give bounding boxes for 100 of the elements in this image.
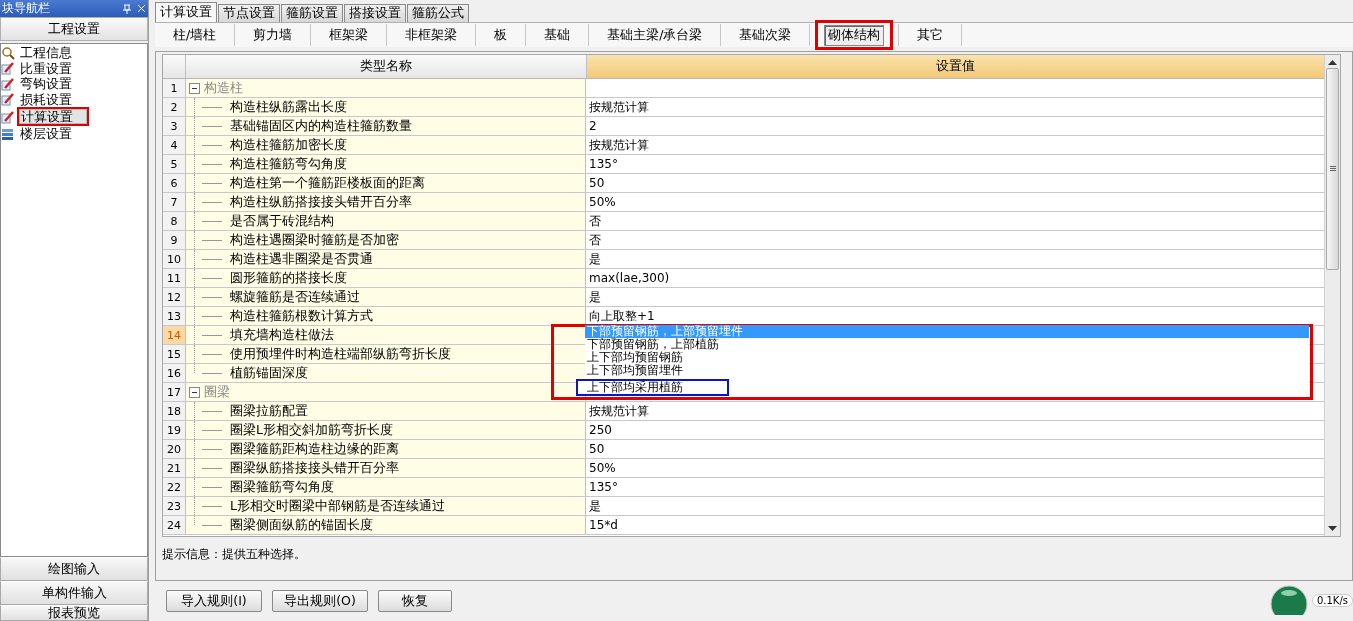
nav-item[interactable]: 楼层设置 <box>17 126 75 142</box>
setting-name-cell: 构造柱箍筋根数计算方式 <box>186 307 586 325</box>
setting-name-cell: 圈梁L形相交斜加筋弯折长度 <box>186 421 586 439</box>
grip-icon <box>1329 166 1336 172</box>
setting-value-cell[interactable]: 按规范计算 <box>586 136 1324 154</box>
setting-name-cell: 使用预埋件时构造柱端部纵筋弯折长度 <box>186 345 586 363</box>
setting-value-cell[interactable]: 否 <box>586 231 1324 249</box>
action-button[interactable]: 导出规则(O) <box>272 590 368 612</box>
setting-value-cell[interactable]: 15*d <box>586 516 1324 534</box>
row-number: 19 <box>163 421 186 439</box>
setting-name-cell: 圈梁拉筋配置 <box>186 402 586 420</box>
nav-item[interactable]: 比重设置 <box>17 60 75 76</box>
row-number: 10 <box>163 250 186 268</box>
action-button[interactable]: 恢复 <box>378 590 452 612</box>
setting-name-cell: 填充墙构造柱做法 <box>186 326 586 344</box>
setting-value-cell[interactable]: 50% <box>586 193 1324 211</box>
row-number: 9 <box>163 231 186 249</box>
setting-value-cell[interactable]: 135° <box>586 155 1324 173</box>
setting-name-cell: 基础锚固区内的构造柱箍筋数量 <box>186 117 586 135</box>
nav-button[interactable]: 单构件输入 <box>0 581 148 605</box>
setting-value-cell[interactable]: max(lae,300) <box>586 269 1324 287</box>
setting-value-cell[interactable]: 按规范计算 <box>586 98 1324 116</box>
sub-tab[interactable]: 柱/墙柱 <box>169 24 221 46</box>
setting-value-cell[interactable]: 否 <box>586 212 1324 230</box>
tab[interactable]: 箍筋设置 <box>281 4 343 22</box>
sub-tab[interactable]: 砌体结构 <box>824 24 885 46</box>
tab[interactable]: 箍筋公式 <box>407 4 469 22</box>
setting-value-cell[interactable]: 50 <box>586 440 1324 458</box>
row-number: 2 <box>163 98 186 116</box>
dropdown-option[interactable]: 上下部均采用植筋 <box>576 379 729 396</box>
column-header[interactable]: 类型名称 <box>186 55 587 78</box>
setting-name-cell: 构造柱遇非圈梁是否贯通 <box>186 250 586 268</box>
setting-name-cell: 构造柱纵筋搭接接头错开百分率 <box>186 193 586 211</box>
category-cell: 圈梁 <box>186 383 586 401</box>
nav-button[interactable]: 绘图输入 <box>0 557 148 581</box>
pin-icon[interactable] <box>123 3 131 14</box>
nav-item[interactable]: 弯钩设置 <box>17 76 75 92</box>
setting-name-cell: 圆形箍筋的搭接长度 <box>186 269 586 287</box>
section-button[interactable]: 工程设置 <box>0 17 148 41</box>
tab[interactable]: 节点设置 <box>218 4 280 22</box>
setting-value-cell[interactable]: 135° <box>586 478 1324 496</box>
scroll-up-icon[interactable] <box>1328 60 1337 66</box>
row-number: 13 <box>163 307 186 325</box>
row-number: 16 <box>163 364 186 382</box>
sub-tab[interactable]: 板 <box>490 24 512 46</box>
hint-text: 提示信息：提供五种选择。 <box>162 546 307 563</box>
panel-title: 块导航栏 <box>2 0 51 17</box>
sub-tab[interactable]: 基础次梁 <box>735 24 796 46</box>
setting-value-cell[interactable]: 50 <box>586 174 1324 192</box>
setting-value-cell[interactable]: 按规范计算 <box>586 402 1324 420</box>
sub-tab[interactable]: 框架梁 <box>325 24 373 46</box>
setting-value-cell[interactable]: 是 <box>586 288 1324 306</box>
setting-name-cell: 是否属于砖混结构 <box>186 212 586 230</box>
sub-tab[interactable]: 基础主梁/承台梁 <box>603 24 707 46</box>
setting-name-cell: 构造柱第一个箍筋距楼板面的距离 <box>186 174 586 192</box>
sub-tab[interactable]: 基础 <box>540 24 575 46</box>
tab[interactable]: 搭接设置 <box>344 4 406 22</box>
pencil-icon <box>1 76 15 91</box>
setting-name-cell: 构造柱纵筋露出长度 <box>186 98 586 116</box>
sub-tab[interactable]: 非框架梁 <box>401 24 462 46</box>
row-number: 8 <box>163 212 186 230</box>
action-button[interactable]: 导入规则(I) <box>166 590 262 612</box>
setting-value-cell[interactable]: 250 <box>586 421 1324 439</box>
row-number: 3 <box>163 117 186 135</box>
nav-button[interactable]: 报表预览 <box>0 605 148 621</box>
row-number: 18 <box>163 402 186 420</box>
column-header[interactable]: 设置值 <box>587 55 1324 78</box>
setting-name-cell: 圈梁侧面纵筋的锚固长度 <box>186 516 586 534</box>
setting-name-cell: 构造柱遇圈梁时箍筋是否加密 <box>186 231 586 249</box>
nav-item[interactable]: 损耗设置 <box>17 91 75 107</box>
setting-name-cell: 构造柱箍筋弯勾角度 <box>186 155 586 173</box>
row-number: 23 <box>163 497 186 515</box>
collapse-icon[interactable] <box>189 386 200 398</box>
network-speed: 0.1K/s <box>1311 593 1353 607</box>
sub-tab[interactable]: 其它 <box>913 24 948 46</box>
row-number: 6 <box>163 174 186 192</box>
row-number: 12 <box>163 288 186 306</box>
setting-name-cell: 圈梁纵筋搭接接头错开百分率 <box>186 459 586 477</box>
scrollbar[interactable] <box>1324 55 1340 536</box>
nav-item[interactable]: 工程信息 <box>17 45 75 61</box>
sub-tab[interactable]: 剪力墙 <box>249 24 297 46</box>
setting-name-cell: L形相交时圈梁中部钢筋是否连续通过 <box>186 497 586 515</box>
tab[interactable]: 计算设置 <box>155 2 217 22</box>
scroll-thumb[interactable] <box>1326 68 1339 270</box>
close-icon[interactable] <box>137 4 146 13</box>
setting-name-cell: 螺旋箍筋是否连续通过 <box>186 288 586 306</box>
collapse-icon[interactable] <box>189 82 200 94</box>
setting-value-cell[interactable]: 2 <box>586 117 1324 135</box>
setting-value-cell[interactable]: 向上取整+1 <box>586 307 1324 325</box>
nav-item[interactable]: 计算设置 <box>17 107 89 126</box>
row-number: 17 <box>163 383 186 401</box>
setting-value-cell[interactable]: 50% <box>586 459 1324 477</box>
setting-value-cell[interactable]: 是 <box>586 250 1324 268</box>
setting-name-cell: 圈梁箍筋距构造柱边缘的距离 <box>186 440 586 458</box>
row-number: 1 <box>163 79 186 97</box>
layers-icon <box>1 126 15 141</box>
setting-value-cell[interactable]: 是 <box>586 497 1324 515</box>
pencil-icon <box>1 61 15 76</box>
row-number: 14 <box>163 326 186 344</box>
scroll-down-icon[interactable] <box>1328 525 1337 531</box>
